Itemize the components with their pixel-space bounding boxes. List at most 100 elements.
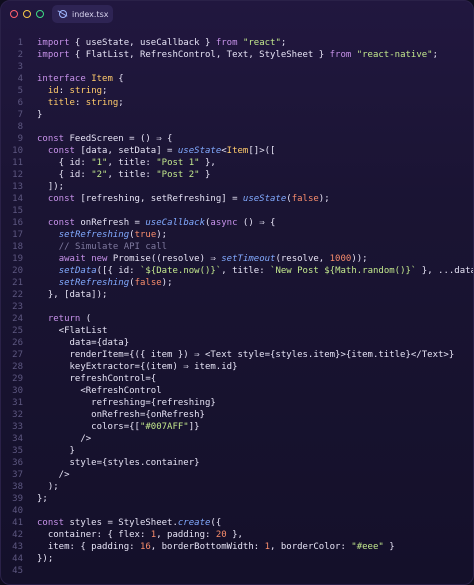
code-token: ; [280,38,287,48]
code-text: setRefreshing(false); [37,277,173,289]
code-line: 41 const styles = StyleSheet.create({ [1,517,473,529]
code-token: 1000 [329,254,352,264]
line-number: 45 [12,566,23,576]
code-line: 8 [1,121,473,133]
code-token: } [37,446,75,456]
code-token: Promise((resolve) ⇒ [107,254,222,264]
code-token: from [329,50,352,60]
minimize-window-button[interactable] [23,10,31,18]
code-text: { id: "2", title: "Post 2" } [37,169,211,181]
code-text: title: string; [37,97,124,109]
code-line: 38 ); [1,481,473,493]
code-token: container: { flex: [37,530,151,540]
code-line: 23 [1,301,473,313]
code-token: { FlatList, RefreshControl, Text, StyleS… [69,50,330,60]
tab-index-tsx[interactable]: index.tsx [52,5,113,23]
code-token: RefreshControl [85,386,162,396]
code-token: from [215,38,238,48]
code-token: id [47,86,59,96]
line-number: 21 [12,278,23,288]
code-text: setData([{ id: `${Date.now()}`, title: `… [37,265,473,277]
code-token: "2" [91,170,108,180]
line-number: 7 [17,110,23,120]
line-number: 31 [12,398,23,408]
code-token: item: { padding: [37,542,140,552]
code-token: string [69,86,103,96]
code-line: 27 renderItem={({ item }) ⇒ <Text style=… [1,349,473,361]
code-line: 17 setRefreshing(true); [1,229,473,241]
code-token: [data, setData] = [74,146,178,156]
line-number: 40 [12,506,23,516]
code-token: } [37,110,43,120]
code-token: { useState, useCallback } [69,38,216,48]
maximize-window-button[interactable] [36,10,44,18]
code-text: id: string; [37,85,108,97]
line-number: 27 [12,350,23,360]
code-token: style={styles.item}>{item.title}</ [232,350,422,360]
line-number: 13 [12,182,23,192]
code-token: ); [37,482,59,492]
code-token: , padding: [156,530,216,540]
line-number: 16 [12,218,23,228]
code-token: { id: [37,158,92,168]
code-token: colors={[ [37,422,140,432]
code-token: Text [421,350,444,360]
tab-label: index.tsx [72,9,109,19]
code-text: import { useState, useCallback } from "r… [37,37,286,49]
line-number: 6 [17,98,23,108]
line-number: 28 [12,362,23,372]
code-line: 20 setData([{ id: `${Date.now()}`, title… [1,265,473,277]
code-line: 42 container: { flex: 1, padding: 20 }, [1,529,473,541]
code-token: // Simulate API call [58,242,168,252]
line-number: 41 [12,518,23,528]
code-token: setData [58,266,97,276]
code-text: data={data} [37,337,130,349]
line-number: 23 [12,302,23,312]
code-line: 5 id: string; [1,85,473,97]
code-token: "#007AFF" [139,422,189,432]
close-window-button[interactable] [10,10,18,18]
code-token: : [58,86,70,96]
code-token: title [47,98,75,108]
code-token: ; [432,50,438,60]
code-token: ([{ id: [96,266,140,276]
code-line: 10 const [data, setData] = useState<Item… [1,145,473,157]
code-line: 14 const [refreshing, setRefreshing] = u… [1,193,473,205]
code-token: keyExtractor={(item) ⇒ item.id} [37,362,238,372]
code-token: await [58,254,86,264]
code-text: item: { padding: 16, borderBottomWidth: … [37,541,395,553]
code-token: }); [37,554,54,564]
code-token: 20 [215,530,227,540]
code-text: /> [37,433,91,445]
code-token: false [134,278,162,288]
code-text: refreshControl={ [37,373,157,385]
line-number: 30 [12,386,23,396]
code-token: ); [156,230,168,240]
code-token: ); [161,278,173,288]
code-token: } [383,542,395,552]
code-token: import [37,38,70,48]
code-text: <FlatList [37,325,108,337]
code-token: Item [91,74,113,84]
line-number: 32 [12,410,23,420]
code-token: onRefresh={onRefresh} [37,410,205,420]
code-line: 9 const FeedScreen = () ⇒ { [1,133,473,145]
code-text: }, [data]); [37,289,108,301]
code-token: `${Date.now()}` [139,266,222,276]
code-token: onRefresh = [74,218,146,228]
line-number: 2 [17,50,23,60]
code-token: []>([ [248,146,276,156]
line-number: 24 [12,314,23,324]
code-text: refreshing={refreshing} [37,397,216,409]
code-line: 36 style={styles.container} [1,457,473,469]
code-line: 12 { id: "2", title: "Post 2" } [1,169,473,181]
code-line: 21 setRefreshing(false); [1,277,473,289]
line-number: 3 [17,62,23,72]
code-token: create [177,518,211,528]
code-token: , title: [107,170,157,180]
code-token: useState [177,146,222,156]
code-line: 6 title: string; [1,97,473,109]
code-token: ({ [210,518,222,528]
